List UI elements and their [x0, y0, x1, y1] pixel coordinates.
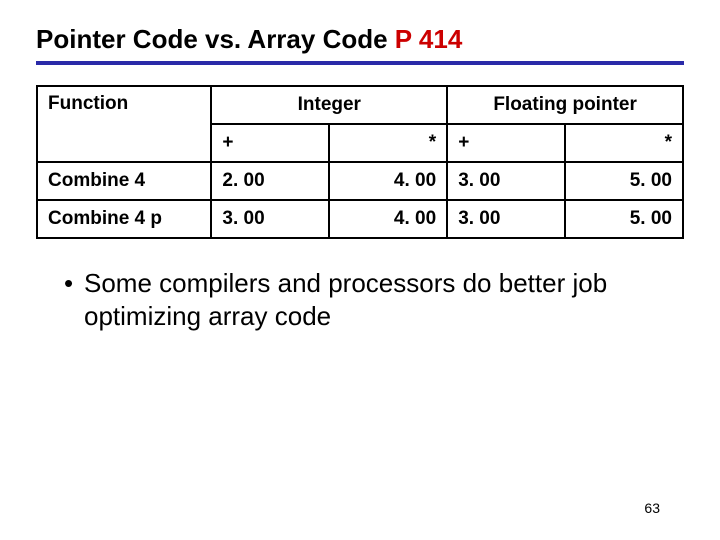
cell-fp-star: 5. 00	[565, 162, 683, 200]
bullet-list: •Some compilers and processors do better…	[36, 267, 684, 332]
col-header-integer: Integer	[211, 86, 447, 124]
cell-int-plus: 2. 00	[211, 162, 329, 200]
col-subheader-int-plus: +	[211, 124, 329, 162]
cell-fp-plus: 3. 00	[447, 200, 565, 238]
table-row: Combine 4 p 3. 00 4. 00 3. 00 5. 00	[37, 200, 683, 238]
col-subheader-int-star: *	[329, 124, 447, 162]
page-number: 63	[644, 500, 660, 516]
bullet-item: •Some compilers and processors do better…	[84, 267, 684, 332]
cell-int-plus: 3. 00	[211, 200, 329, 238]
bullet-dot-icon: •	[64, 267, 84, 300]
cell-fp-plus: 3. 00	[447, 162, 565, 200]
table-row: Combine 4 2. 00 4. 00 3. 00 5. 00	[37, 162, 683, 200]
col-header-floating: Floating pointer	[447, 86, 683, 124]
bullet-text: Some compilers and processors do better …	[84, 268, 607, 331]
slide: Pointer Code vs. Array Code P 414 Functi…	[0, 0, 720, 540]
title-underline	[36, 61, 684, 65]
cell-function: Combine 4	[37, 162, 211, 200]
performance-table: Function Integer Floating pointer + * + …	[36, 85, 684, 239]
table-header-row-1: Function Integer Floating pointer	[37, 86, 683, 124]
cell-int-star: 4. 00	[329, 200, 447, 238]
slide-title: Pointer Code vs. Array Code P 414	[36, 24, 684, 55]
cell-function: Combine 4 p	[37, 200, 211, 238]
cell-int-star: 4. 00	[329, 162, 447, 200]
col-subheader-fp-plus: +	[447, 124, 565, 162]
col-subheader-fp-star: *	[565, 124, 683, 162]
cell-fp-star: 5. 00	[565, 200, 683, 238]
col-header-function: Function	[37, 86, 211, 162]
title-accent: P 414	[395, 24, 462, 54]
title-main: Pointer Code vs. Array Code	[36, 24, 395, 54]
